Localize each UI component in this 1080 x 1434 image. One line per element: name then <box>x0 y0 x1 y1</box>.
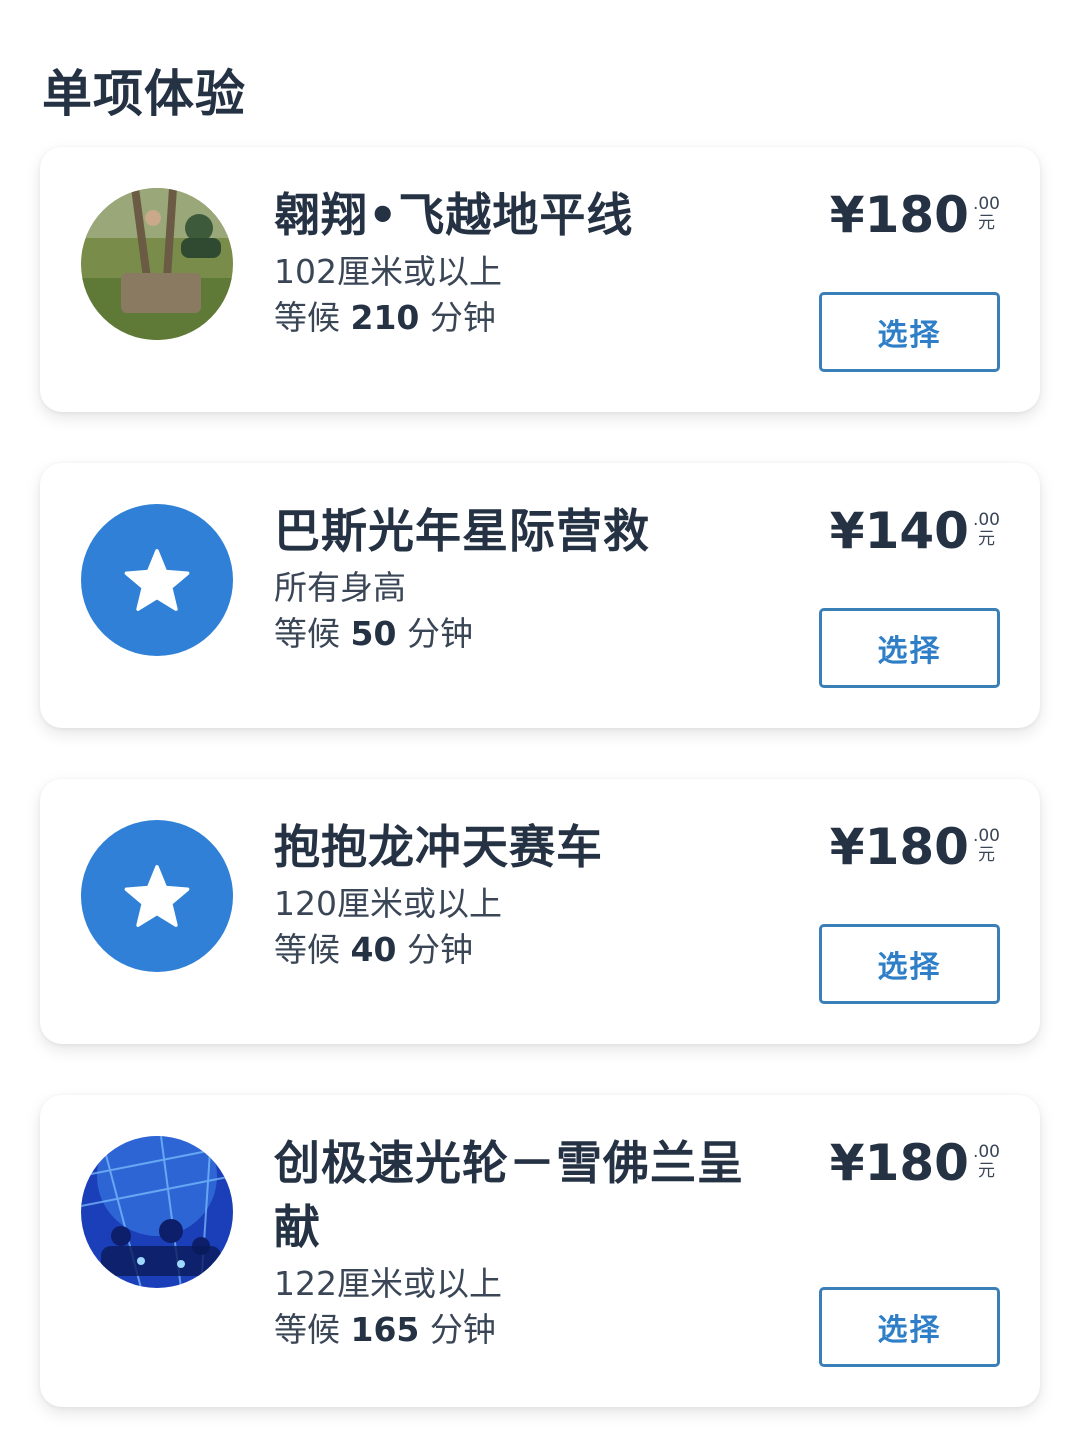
wait-time: 等候 50 分钟 <box>274 611 754 657</box>
price: ¥140 .00 元 <box>830 503 1000 559</box>
wait-minutes: 50 <box>350 614 397 653</box>
price-detail: .00 元 <box>973 195 1000 233</box>
wait-time: 等候 40 分钟 <box>274 927 754 973</box>
wait-prefix: 等候 <box>274 614 340 653</box>
price-unit: 元 <box>977 1161 995 1181</box>
price-unit: 元 <box>977 213 995 233</box>
price-detail: .00 元 <box>973 827 1000 865</box>
select-button[interactable]: 选择 <box>819 924 1000 1004</box>
attraction-name: 巴斯光年星际营救 <box>274 504 650 558</box>
height-requirement: 122厘米或以上 <box>274 1264 502 1303</box>
price-unit: 元 <box>977 529 995 549</box>
wait-minutes: 40 <box>350 930 397 969</box>
attraction-card-soaring[interactable]: 翱翔•飞越地平线 102厘米或以上 等候 210 分钟 ¥180 .00 元 选… <box>40 147 1040 412</box>
price-amount: ¥180 <box>829 186 969 244</box>
attraction-info: 翱翔•飞越地平线 102厘米或以上 等候 210 分钟 <box>274 183 754 341</box>
price: ¥180 .00 元 <box>830 1135 1000 1191</box>
price: ¥180 .00 元 <box>830 187 1000 243</box>
wait-minutes: 210 <box>350 298 420 337</box>
wait-prefix: 等候 <box>274 930 340 969</box>
price-amount: ¥180 <box>829 1134 969 1192</box>
star-icon <box>81 504 233 656</box>
wait-time: 等候 210 分钟 <box>274 295 754 341</box>
attraction-info: 抱抱龙冲天赛车 120厘米或以上 等候 40 分钟 <box>274 815 754 973</box>
price-amount: ¥140 <box>829 502 969 560</box>
wait-minutes: 165 <box>350 1310 420 1349</box>
price-cents: .00 <box>972 510 1000 530</box>
select-button[interactable]: 选择 <box>819 608 1000 688</box>
price: ¥180 .00 元 <box>830 819 1000 875</box>
wait-suffix: 分钟 <box>429 1310 496 1349</box>
height-requirement: 102厘米或以上 <box>274 252 502 291</box>
price-cents: .00 <box>972 826 1000 846</box>
select-button[interactable]: 选择 <box>819 1287 1000 1367</box>
attraction-info: 创极速光轮－雪佛兰呈献 122厘米或以上 等候 165 分钟 <box>274 1131 754 1353</box>
price-unit: 元 <box>977 845 995 865</box>
attraction-name: 创极速光轮－雪佛兰呈献 <box>274 1136 744 1254</box>
attraction-info: 巴斯光年星际营救 所有身高 等候 50 分钟 <box>274 499 754 657</box>
wait-time: 等候 165 分钟 <box>274 1307 754 1353</box>
attraction-card-buzz[interactable]: 巴斯光年星际营救 所有身高 等候 50 分钟 ¥140 .00 元 选择 <box>40 463 1040 728</box>
photo-tron-ride-icon <box>81 1136 233 1288</box>
attraction-name: 抱抱龙冲天赛车 <box>274 820 603 874</box>
wait-prefix: 等候 <box>274 1310 340 1349</box>
wait-suffix: 分钟 <box>406 930 473 969</box>
price-detail: .00 元 <box>973 1143 1000 1181</box>
page: 单项体验 翱翔•飞越地平线 102厘米或以上 等候 210 分钟 ¥180 .0… <box>0 0 1080 1434</box>
price-cents: .00 <box>972 194 1000 214</box>
wait-suffix: 分钟 <box>406 614 473 653</box>
price-detail: .00 元 <box>973 511 1000 549</box>
attraction-card-dragon[interactable]: 抱抱龙冲天赛车 120厘米或以上 等候 40 分钟 ¥180 .00 元 选择 <box>40 779 1040 1044</box>
price-amount: ¥180 <box>829 818 969 876</box>
height-requirement: 所有身高 <box>274 568 406 607</box>
select-button[interactable]: 选择 <box>819 292 1000 372</box>
photo-soaring-ride-icon <box>81 188 233 340</box>
attraction-card-tron[interactable]: 创极速光轮－雪佛兰呈献 122厘米或以上 等候 165 分钟 ¥180 .00 … <box>40 1095 1040 1407</box>
wait-prefix: 等候 <box>274 298 340 337</box>
height-requirement: 120厘米或以上 <box>274 884 502 923</box>
price-cents: .00 <box>972 1142 1000 1162</box>
section-title: 单项体验 <box>42 65 246 123</box>
wait-suffix: 分钟 <box>429 298 496 337</box>
attraction-name: 翱翔•飞越地平线 <box>274 188 634 242</box>
star-icon <box>81 820 233 972</box>
